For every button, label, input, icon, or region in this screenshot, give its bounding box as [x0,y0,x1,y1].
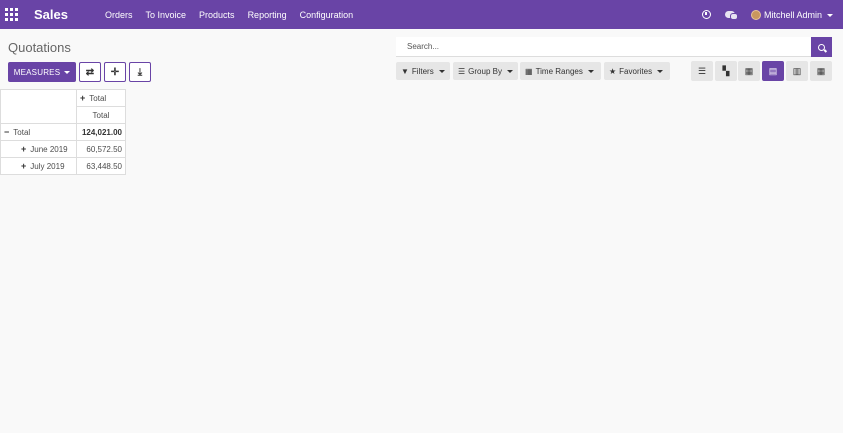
view-graph-button[interactable]: ▥ [786,61,808,81]
grid-icon: ▦ [816,65,826,76]
pivot-row-header[interactable]: + June 2019 [0,140,77,158]
search-placeholder: Search... [407,42,440,51]
chevron-down-icon [506,69,513,73]
calendar-icon: ▦ [525,66,533,76]
plus-icon: + [21,161,27,171]
apps-menu-icon[interactable] [5,8,18,21]
minus-icon: − [4,127,10,137]
exchange-icon: ⇄ [85,66,95,78]
group-by-label: Group By [468,66,502,76]
pivot-row-header-total[interactable]: − Total [0,123,77,141]
page-title: Quotations [8,40,71,55]
kanban-icon: ▚ [722,65,730,76]
pivot-cell-total: 124,021.00 [76,123,126,141]
filter-icon: ▼ [401,66,409,76]
navbar-right: Mitchell Admin [701,0,833,29]
calendar-icon: ▦ [744,65,754,76]
chevron-down-icon [587,69,594,73]
discuss-chat-icon[interactable] [724,11,738,20]
user-avatar[interactable] [750,9,761,20]
time-ranges-button[interactable]: ▦ Time Ranges [520,62,601,80]
chevron-down-icon [827,13,833,17]
flip-axis-button[interactable]: ⇄ [79,62,101,82]
chevron-down-icon [64,70,71,74]
bars-icon: ☰ [458,66,466,76]
search-icon [818,43,825,51]
expand-arrows-icon: ✛ [110,66,120,78]
time-ranges-label: Time Ranges [535,66,583,76]
favorites-button[interactable]: ★ Favorites [604,62,670,80]
measures-label: MEASURES [13,67,61,77]
search-button[interactable] [811,37,832,57]
col-header-label: Total [89,94,107,103]
menu-item-products[interactable]: Products [199,10,235,20]
activity-clock-icon[interactable] [701,10,711,19]
row-total-label: Total [13,128,31,137]
pivot-table: + Total Total − Total 124,021.00 + June 201… [0,89,126,175]
list-icon: ☰ [697,65,707,76]
plus-icon: + [80,93,86,103]
row-label: July 2019 [30,162,65,171]
main-menu: Orders To Invoice Products Reporting Con… [105,10,366,20]
chevron-down-icon [438,69,445,73]
menu-item-reporting[interactable]: Reporting [248,10,287,20]
view-kanban-button[interactable]: ▚ [715,61,737,81]
menu-item-orders[interactable]: Orders [105,10,133,20]
view-list-button[interactable]: ☰ [691,61,713,81]
group-by-button[interactable]: ☰ Group By [453,62,518,80]
app-brand[interactable]: Sales [34,7,68,22]
pivot-corner [0,89,77,124]
chevron-down-icon [657,69,664,73]
user-name: Mitchell Admin [763,9,822,20]
expand-all-button[interactable]: ✛ [104,62,126,82]
view-grid-button[interactable]: ▦ [810,61,832,81]
view-pivot-button[interactable]: ▤ [762,61,784,81]
menu-item-to-invoice[interactable]: To Invoice [146,10,187,20]
bar-chart-icon: ▥ [792,65,802,76]
menu-item-configuration[interactable]: Configuration [300,10,354,20]
search-input[interactable]: Search... [396,37,812,57]
view-calendar-button[interactable]: ▦ [738,61,760,81]
pivot-row-header[interactable]: + July 2019 [0,157,77,175]
pivot-table-icon: ▤ [768,65,778,76]
measures-button[interactable]: MEASURES [8,62,76,82]
plus-icon: + [21,144,27,154]
download-icon: ⤓ [137,66,143,78]
pivot-col-header[interactable]: + Total [76,89,126,107]
pivot-measure-header[interactable]: Total [76,106,126,124]
filters-button[interactable]: ▼ Filters [396,62,450,80]
star-icon: ★ [609,66,617,76]
filters-label: Filters [411,66,434,76]
pivot-cell: 63,448.50 [76,157,126,175]
top-navbar: Sales Orders To Invoice Products Reporti… [0,0,843,29]
pivot-cell: 60,572.50 [76,140,126,158]
user-menu[interactable]: Mitchell Admin [764,10,833,20]
row-label: June 2019 [30,145,68,154]
favorites-label: Favorites [619,66,653,76]
download-xlsx-button[interactable]: ⤓ [129,62,151,82]
